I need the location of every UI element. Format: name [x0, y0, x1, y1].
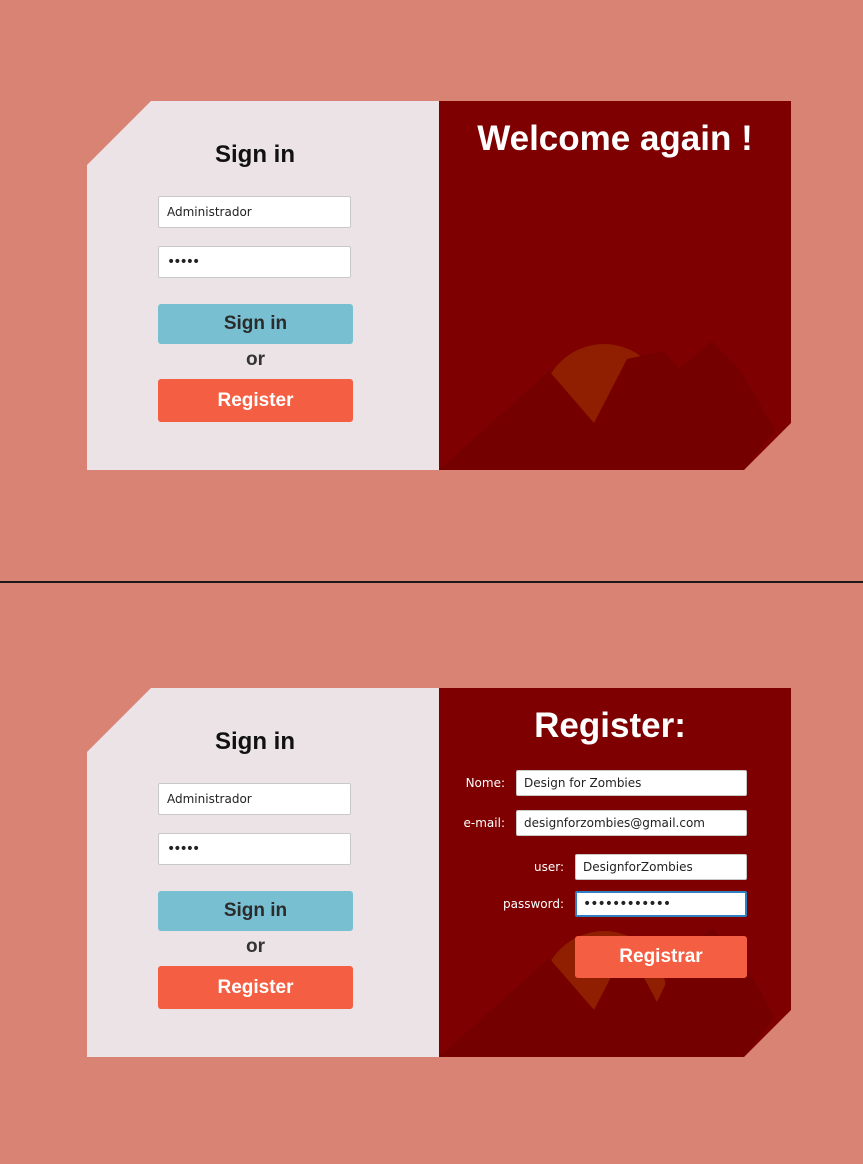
- password-label: password:: [502, 897, 564, 911]
- name-label: Nome:: [465, 776, 505, 790]
- email-input[interactable]: designforzombies@gmail.com: [516, 810, 747, 836]
- password-field[interactable]: •••••: [158, 246, 351, 278]
- register-button[interactable]: Register: [158, 379, 353, 422]
- register-button[interactable]: Register: [158, 966, 353, 1009]
- registrar-button[interactable]: Registrar: [575, 936, 747, 978]
- or-label: or: [246, 936, 265, 957]
- register-title: Register:: [534, 706, 686, 745]
- welcome-panel: Welcome again !: [439, 101, 791, 470]
- password-input[interactable]: ••••••••••••: [575, 891, 747, 917]
- username-field[interactable]: Administrador: [158, 196, 351, 228]
- welcome-title: Welcome again !: [477, 119, 753, 158]
- login-card-welcome: Sign in Administrador ••••• Sign in or R…: [87, 101, 791, 470]
- or-label: or: [246, 349, 265, 370]
- name-input[interactable]: Design for Zombies: [516, 770, 747, 796]
- user-input[interactable]: DesignforZombies: [575, 854, 747, 880]
- login-card-register: Sign in Administrador ••••• Sign in or R…: [87, 688, 791, 1057]
- signin-title: Sign in: [215, 728, 295, 755]
- email-label: e-mail:: [463, 816, 505, 830]
- password-field[interactable]: •••••: [158, 833, 351, 865]
- register-panel: Register: Nome: Design for Zombies e-mai…: [439, 688, 791, 1057]
- user-label: user:: [533, 860, 564, 874]
- signin-panel: Sign in Administrador ••••• Sign in or R…: [87, 688, 439, 1057]
- signin-button[interactable]: Sign in: [158, 304, 353, 344]
- divider: [0, 581, 863, 583]
- username-field[interactable]: Administrador: [158, 783, 351, 815]
- signin-title: Sign in: [215, 141, 295, 168]
- signin-button[interactable]: Sign in: [158, 891, 353, 931]
- signin-panel: Sign in Administrador ••••• Sign in or R…: [87, 101, 439, 470]
